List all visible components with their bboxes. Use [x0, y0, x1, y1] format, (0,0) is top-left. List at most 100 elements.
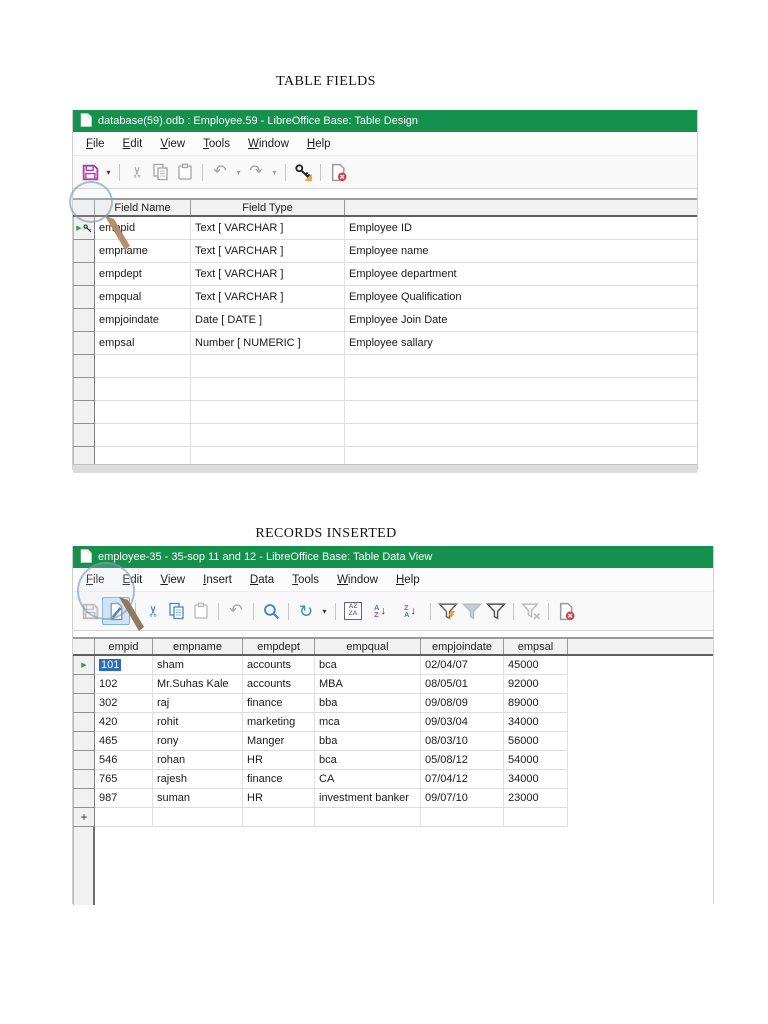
empid-cell[interactable]: 546	[95, 751, 153, 770]
empid-cell[interactable]: 765	[95, 770, 153, 789]
empid-cell[interactable]: 102	[95, 675, 153, 694]
table-row[interactable]: ▶ 420 rohit marketing mca 09/03/04 34000	[73, 713, 713, 732]
field-type-cell[interactable]: Number [ NUMERIC ]	[191, 332, 345, 355]
copy-button[interactable]	[149, 160, 173, 184]
field-type-cell[interactable]: Text [ VARCHAR ]	[191, 240, 345, 263]
copy-button[interactable]	[165, 599, 189, 623]
empjoindate-cell[interactable]: 07/04/12	[421, 770, 504, 789]
row-header-cell[interactable]	[73, 424, 95, 447]
field-type-cell[interactable]	[191, 355, 345, 378]
empty-table-row[interactable]	[73, 378, 697, 401]
description-cell[interactable]: Employee department	[345, 263, 697, 286]
empdept-cell[interactable]: HR	[243, 751, 315, 770]
paste-button[interactable]	[173, 160, 197, 184]
field-type-cell[interactable]: Text [ VARCHAR ]	[191, 286, 345, 309]
row-header-cell[interactable]: ▶	[73, 789, 95, 808]
title-bar[interactable]: employee-35 - 35-sop 11 and 12 - LibreOf…	[73, 546, 713, 568]
sort-dialog-button[interactable]: AZZA	[341, 599, 365, 623]
menu-item[interactable]: Window	[328, 572, 387, 588]
column-header[interactable]: empid	[95, 639, 153, 654]
empid-cell[interactable]	[95, 808, 153, 827]
empqual-cell[interactable]: bca	[315, 656, 421, 675]
empjoindate-cell[interactable]: 08/05/01	[421, 675, 504, 694]
field-name-cell[interactable]	[95, 355, 191, 378]
empjoindate-cell[interactable]: 09/08/09	[421, 694, 504, 713]
table-row[interactable]: ▶ empdept Text [ VARCHAR ] Employee depa…	[73, 263, 697, 286]
empid-cell[interactable]: 420	[95, 713, 153, 732]
empqual-cell[interactable]: investment banker	[315, 789, 421, 808]
empsal-cell[interactable]: 23000	[504, 789, 568, 808]
description-cell[interactable]: Employee ID	[345, 217, 697, 240]
redo-dropdown[interactable]: ▾	[268, 160, 280, 184]
empjoindate-cell[interactable]: 05/08/12	[421, 751, 504, 770]
undo-dropdown[interactable]: ▾	[232, 160, 244, 184]
menu-item[interactable]: Insert	[194, 572, 241, 588]
description-cell[interactable]	[345, 401, 697, 424]
field-type-cell[interactable]	[191, 401, 345, 424]
field-name-cell[interactable]	[95, 401, 191, 424]
row-header-cell[interactable]: ▶	[73, 332, 95, 355]
empty-table-row[interactable]	[73, 447, 697, 464]
paste-button[interactable]	[189, 599, 213, 623]
horizontal-scrollbar[interactable]	[73, 464, 697, 473]
redo-button[interactable]: ↷	[244, 160, 268, 184]
reset-filter-button[interactable]	[519, 599, 543, 623]
column-header[interactable]: empjoindate	[421, 639, 504, 654]
empdept-cell[interactable]: finance	[243, 694, 315, 713]
table-row[interactable]: ▶ empjoindate Date [ DATE ] Employee Joi…	[73, 309, 697, 332]
description-cell[interactable]: Employee Join Date	[345, 309, 697, 332]
empname-cell[interactable]: rohit	[153, 713, 243, 732]
field-type-cell[interactable]	[191, 447, 345, 464]
menu-item[interactable]: View	[151, 572, 194, 588]
row-header-cell[interactable]	[73, 378, 95, 401]
standard-filter-button[interactable]	[484, 599, 508, 623]
corner-header-cell[interactable]	[73, 639, 95, 654]
empsal-cell[interactable]: 56000	[504, 732, 568, 751]
menu-item[interactable]: Window	[239, 136, 298, 152]
empqual-cell[interactable]	[315, 808, 421, 827]
menu-item[interactable]: Tools	[283, 572, 328, 588]
column-header[interactable]: empname	[153, 639, 243, 654]
description-cell[interactable]: Employee sallary	[345, 332, 697, 355]
empname-cell[interactable]: raj	[153, 694, 243, 713]
row-header-cell[interactable]: ▶	[73, 732, 95, 751]
description-cell[interactable]	[345, 447, 697, 464]
cut-button[interactable]: ✂	[125, 160, 149, 184]
row-header-cell[interactable]	[73, 355, 95, 378]
menu-item[interactable]: Help	[387, 572, 429, 588]
delete-record-button[interactable]	[326, 160, 350, 184]
empqual-cell[interactable]: MBA	[315, 675, 421, 694]
empid-cell[interactable]: 987	[95, 789, 153, 808]
table-row[interactable]: ▶ empsal Number [ NUMERIC ] Employee sal…	[73, 332, 697, 355]
field-name-cell[interactable]: empjoindate	[95, 309, 191, 332]
table-row[interactable]: ▶ emppid Text [ VARCHAR ] Employee ID	[73, 217, 697, 240]
field-type-cell[interactable]	[191, 424, 345, 447]
refresh-button[interactable]: ↻	[294, 599, 318, 623]
save-dropdown[interactable]: ▾	[102, 160, 114, 184]
table-row[interactable]: ▶ 765 rajesh finance CA 07/04/12 34000	[73, 770, 713, 789]
empsal-cell[interactable]	[504, 808, 568, 827]
apply-filter-button[interactable]	[460, 599, 484, 623]
empty-table-row[interactable]	[73, 424, 697, 447]
empname-cell[interactable]	[153, 808, 243, 827]
empqual-cell[interactable]: mca	[315, 713, 421, 732]
sort-ascending-button[interactable]: AZ↓	[365, 599, 395, 623]
field-type-cell[interactable]	[191, 378, 345, 401]
refresh-dropdown[interactable]: ▾	[318, 599, 330, 623]
table-row[interactable]: ▶ 546 rohan HR bca 05/08/12 54000	[73, 751, 713, 770]
field-name-cell[interactable]: empdept	[95, 263, 191, 286]
empid-cell[interactable]: 302	[95, 694, 153, 713]
empsal-cell[interactable]: 89000	[504, 694, 568, 713]
field-name-cell[interactable]: empsal	[95, 332, 191, 355]
description-cell[interactable]	[345, 378, 697, 401]
column-header[interactable]: empdept	[243, 639, 315, 654]
row-header-cell[interactable]: ▶	[73, 751, 95, 770]
sort-descending-button[interactable]: ZA↓	[395, 599, 425, 623]
row-header-cell[interactable]: ▶	[73, 694, 95, 713]
empname-cell[interactable]: rony	[153, 732, 243, 751]
row-header-cell[interactable]: ▶	[73, 240, 95, 263]
primary-key-button[interactable]	[291, 160, 315, 184]
empdept-cell[interactable]: HR	[243, 789, 315, 808]
empdept-cell[interactable]	[243, 808, 315, 827]
row-header-cell[interactable]: ▶	[73, 770, 95, 789]
